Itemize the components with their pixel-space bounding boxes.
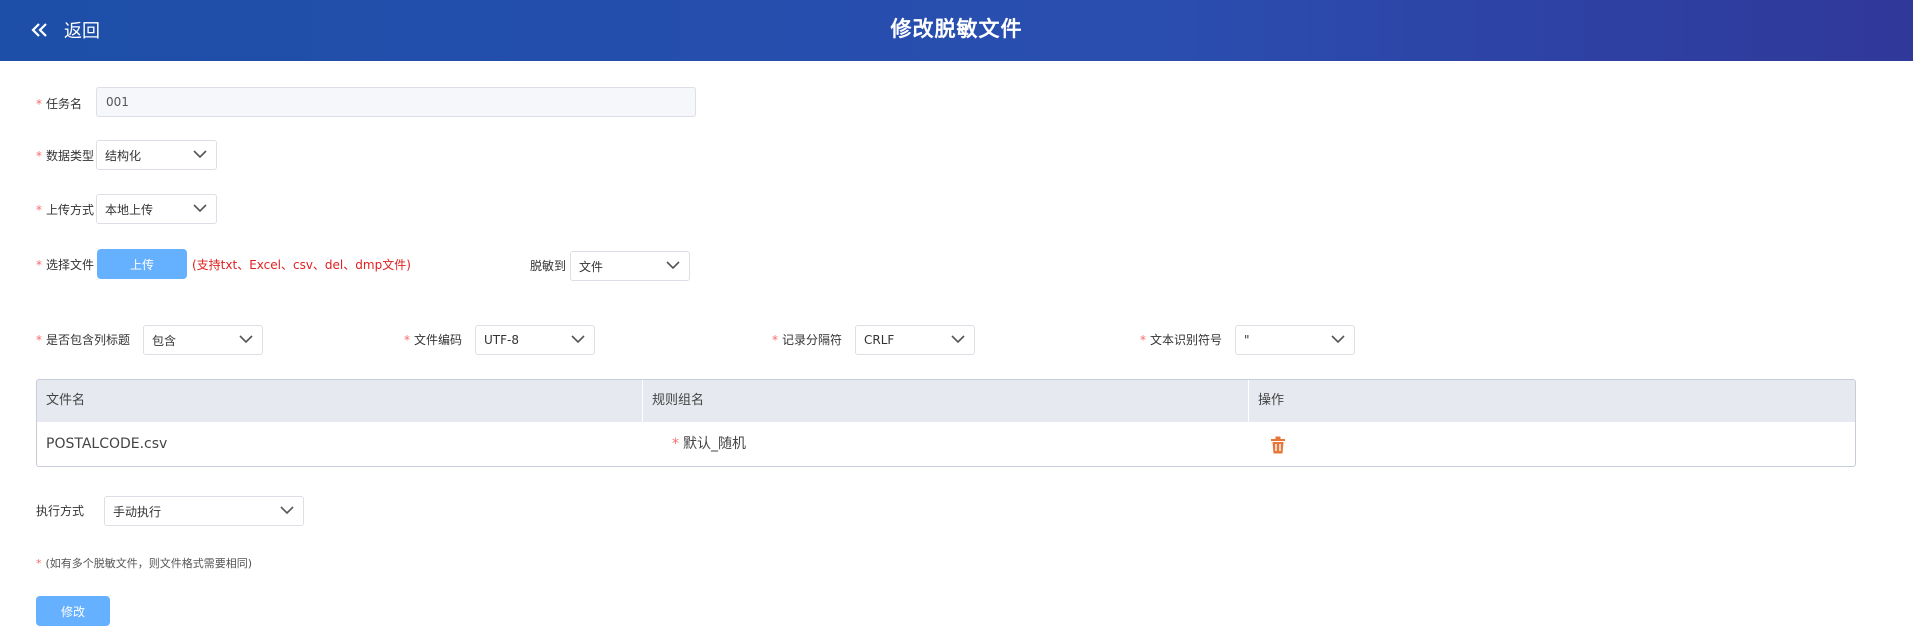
cell-file-name: POSTALCODE.csv: [46, 436, 168, 452]
chevron-down-icon: [280, 506, 294, 515]
chevron-down-icon: [239, 335, 253, 344]
table-header: 文件名 规则组名 操作: [37, 380, 1855, 422]
column-header-actions: 操作: [1258, 393, 1285, 408]
chevron-down-icon: [193, 150, 207, 159]
include-header-label: * 是否包含列标题: [36, 333, 131, 347]
task-name-input[interactable]: 001: [96, 87, 696, 117]
delete-icon[interactable]: [1270, 436, 1286, 454]
chevron-down-icon: [1331, 335, 1345, 344]
column-header-file-name: 文件名: [37, 380, 643, 422]
include-header-select[interactable]: 包含: [143, 325, 263, 355]
task-name-label: * 任务名: [36, 97, 83, 111]
file-types-hint: (支持txt、Excel、csv、del、dmp文件): [192, 258, 411, 272]
chevron-down-icon: [951, 335, 965, 344]
execution-method-label: 执行方式: [36, 504, 85, 518]
footnote: * (如有多个脱敏文件，则文件格式需要相同): [36, 557, 253, 570]
page-title: 修改脱敏文件: [890, 17, 1023, 41]
select-file-label: * 选择文件: [36, 258, 95, 272]
record-separator-select[interactable]: CRLF: [855, 325, 975, 355]
submit-button[interactable]: 修改: [36, 596, 110, 626]
text-qualifier-label: * 文本识别符号: [1140, 333, 1223, 347]
cell-rule-group[interactable]: * 默认_随机: [663, 422, 1249, 466]
chevron-down-icon: [666, 261, 680, 270]
file-encoding-label: * 文件编码: [404, 333, 463, 347]
upload-method-select[interactable]: 本地上传: [96, 194, 217, 224]
chevron-down-icon: [571, 335, 585, 344]
desensitize-to-select[interactable]: 文件: [570, 251, 690, 281]
top-header: 返回 修改脱敏文件: [0, 0, 1913, 61]
desensitize-to-label: 脱敏到: [530, 259, 567, 273]
chevron-down-icon: [193, 204, 207, 213]
text-qualifier-select[interactable]: ": [1235, 325, 1355, 355]
file-table: 文件名 规则组名 操作 POSTALCODE.csv * 默认_随机: [36, 379, 1856, 467]
data-type-select[interactable]: 结构化: [96, 140, 217, 170]
record-separator-label: * 记录分隔符: [772, 333, 843, 347]
data-type-label: * 数据类型: [36, 149, 95, 163]
execution-method-select[interactable]: 手动执行: [104, 496, 304, 526]
upload-method-label: * 上传方式: [36, 203, 95, 217]
file-encoding-select[interactable]: UTF-8: [475, 325, 595, 355]
column-header-rule-group: 规则组名: [643, 380, 1249, 422]
upload-button[interactable]: 上传: [97, 249, 187, 279]
